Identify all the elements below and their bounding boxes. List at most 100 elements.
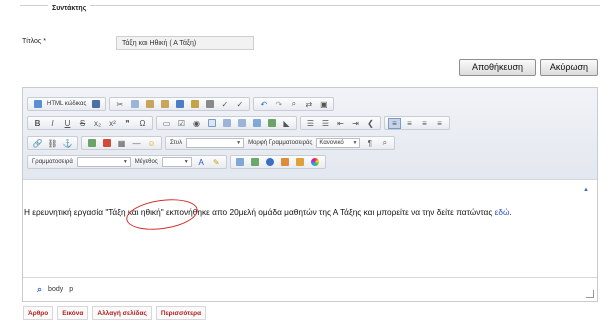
resize-handle[interactable]: [586, 290, 594, 298]
print-icon[interactable]: [203, 99, 216, 110]
chevron-down-icon: ▼: [183, 159, 189, 165]
list-group: ☰ ☰ ⇤ ⇥ ❮: [300, 116, 381, 130]
superscript-button[interactable]: x²: [106, 118, 119, 129]
magnifier-icon: ⌕: [37, 284, 43, 294]
indent-icon[interactable]: ⇥: [349, 118, 362, 129]
paste-icon[interactable]: [143, 99, 156, 110]
checkbox-icon[interactable]: ☑: [175, 118, 188, 129]
text-color-icon[interactable]: A: [195, 157, 208, 168]
anchor-icon[interactable]: ⚓: [61, 138, 74, 149]
article-button[interactable]: Άρθρο: [23, 306, 54, 320]
paragraph-marks-button[interactable]: ¶: [363, 138, 376, 149]
form-icon[interactable]: ▭: [160, 118, 173, 129]
select-all-icon[interactable]: ▣: [317, 99, 330, 110]
cut-icon[interactable]: ✂: [113, 99, 126, 110]
align-justify-icon[interactable]: ≡: [433, 118, 446, 129]
clipboard-group: ✂ ✓ ✓: [109, 97, 251, 111]
html-code-button[interactable]: HTML κώδικας: [45, 101, 88, 107]
editor-statusbar: ⌕ body p: [23, 277, 597, 301]
flash-icon[interactable]: [100, 138, 113, 149]
source-group: HTML κώδικας: [27, 97, 107, 111]
italic-button[interactable]: I: [46, 118, 59, 129]
replace-icon[interactable]: ⇄: [302, 99, 315, 110]
path-body[interactable]: body: [48, 286, 63, 293]
textfield-icon[interactable]: [205, 118, 218, 129]
select-icon[interactable]: [235, 118, 248, 129]
font-label: Γραμματοσειρά: [32, 159, 73, 165]
image-button-icon[interactable]: [265, 118, 278, 129]
save-button[interactable]: Αποθήκευση: [459, 59, 536, 76]
bulleted-list-icon[interactable]: ☰: [319, 118, 332, 129]
size-label: Μέγεθος: [134, 159, 158, 165]
show-blocks-icon[interactable]: [249, 157, 262, 168]
style-label: Στυλ: [170, 140, 183, 146]
font-group: Γραμματοσειρά ▼ Μέγεθος ▼ A ✎: [27, 155, 227, 169]
more-button[interactable]: Περισσότερα: [155, 306, 207, 320]
media-icon[interactable]: [294, 157, 307, 168]
blockquote-button[interactable]: ❞: [121, 118, 134, 129]
rich-text-editor: HTML κώδικας ✂ ✓ ✓ ↶ ↷ ⌕ ⇄ ▣ B I U S x₂ …: [22, 87, 598, 302]
content-link[interactable]: εδώ: [495, 207, 510, 217]
maximize-icon[interactable]: [234, 157, 247, 168]
link-icon[interactable]: 🔗: [31, 138, 44, 149]
search-icon[interactable]: ⌕: [378, 138, 391, 149]
spellcheck-dropdown-icon[interactable]: ✓: [233, 99, 246, 110]
paste-text-icon[interactable]: [158, 99, 171, 110]
horizontal-rule-icon[interactable]: ―: [130, 138, 143, 149]
unlink-icon[interactable]: ⛓: [46, 138, 59, 149]
textarea-icon[interactable]: [220, 118, 233, 129]
format-select-value: Κανονικό: [319, 140, 344, 146]
background-color-icon[interactable]: ✎: [210, 157, 223, 168]
strike-button[interactable]: S: [76, 118, 89, 129]
font-select[interactable]: ▼: [76, 157, 131, 167]
color-wheel-icon[interactable]: [309, 157, 322, 168]
editor-toolbar: HTML κώδικας ✂ ✓ ✓ ↶ ↷ ⌕ ⇄ ▣ B I U S x₂ …: [23, 88, 597, 180]
format-label: Μορφή Γραμματοσειράς: [248, 140, 313, 146]
outdent-icon[interactable]: ⇤: [334, 118, 347, 129]
template-icon[interactable]: [279, 157, 292, 168]
image-button[interactable]: Εικόνα: [57, 306, 89, 320]
hidden-field-icon[interactable]: ◣: [280, 118, 293, 129]
align-left-icon[interactable]: ≡: [388, 117, 401, 129]
align-right-icon[interactable]: ≡: [418, 118, 431, 129]
underline-button[interactable]: U: [61, 118, 74, 129]
style-select[interactable]: ▼: [186, 138, 245, 148]
insert-group: ▦ ― ☺: [81, 136, 162, 150]
redo-icon[interactable]: ↷: [272, 99, 285, 110]
button-icon[interactable]: [250, 118, 263, 129]
editor-content[interactable]: Η ερευνητική εργασία "Τάξη και ηθική" εκ…: [22, 207, 598, 218]
about-icon[interactable]: [264, 157, 277, 168]
fieldset-legend: Συντάκτης: [48, 5, 91, 12]
align-center-icon[interactable]: ≡: [403, 118, 416, 129]
extras-group: [229, 155, 326, 169]
toolbar-row-4: Γραμματοσειρά ▼ Μέγεθος ▼ A ✎: [27, 155, 329, 169]
special-char-button[interactable]: Ω: [136, 118, 149, 129]
bold-button[interactable]: B: [31, 118, 44, 129]
find-icon[interactable]: ⌕: [287, 99, 300, 110]
page-break-button[interactable]: Αλλαγή σελίδας: [92, 306, 152, 320]
collapse-toolbar-icon[interactable]: ▲: [583, 187, 589, 193]
save-icon[interactable]: [89, 99, 102, 110]
format-select[interactable]: Κανονικό ▼: [316, 138, 361, 148]
toolbar-row-2: B I U S x₂ x² ❞ Ω ▭ ☑ ◉ ◣ ☰ ☰ ⇤ ⇥ ❮ ≡ ≡ …: [27, 116, 453, 130]
chevron-down-icon: ▼: [352, 140, 358, 146]
radio-icon[interactable]: ◉: [190, 118, 203, 129]
smiley-icon[interactable]: ☺: [145, 138, 158, 149]
size-select[interactable]: ▼: [161, 157, 192, 167]
undo-icon[interactable]: ↶: [257, 99, 270, 110]
cancel-button[interactable]: Ακύρωση: [540, 59, 598, 76]
title-input[interactable]: Τάξη και Ηθική ( Α Τάξη): [116, 36, 254, 50]
toolbar-row-3: 🔗 ⛓ ⚓ ▦ ― ☺ Στυλ ▼ Μορφή Γραμματοσειράς …: [27, 136, 398, 150]
image-icon[interactable]: [85, 138, 98, 149]
div-container-icon[interactable]: ❮: [364, 118, 377, 129]
path-p[interactable]: p: [69, 286, 73, 293]
spellcheck-icon[interactable]: ✓: [218, 99, 231, 110]
remove-format-icon[interactable]: [188, 99, 201, 110]
editor-extra-buttons: Άρθρο Εικόνα Αλλαγή σελίδας Περισσότερα: [23, 306, 210, 320]
copy-icon[interactable]: [128, 99, 141, 110]
table-icon[interactable]: ▦: [115, 138, 128, 149]
toolbar-row-1: HTML κώδικας ✂ ✓ ✓ ↶ ↷ ⌕ ⇄ ▣: [27, 97, 337, 111]
subscript-button[interactable]: x₂: [91, 118, 104, 129]
numbered-list-icon[interactable]: ☰: [304, 118, 317, 129]
paste-word-icon[interactable]: [173, 99, 186, 110]
